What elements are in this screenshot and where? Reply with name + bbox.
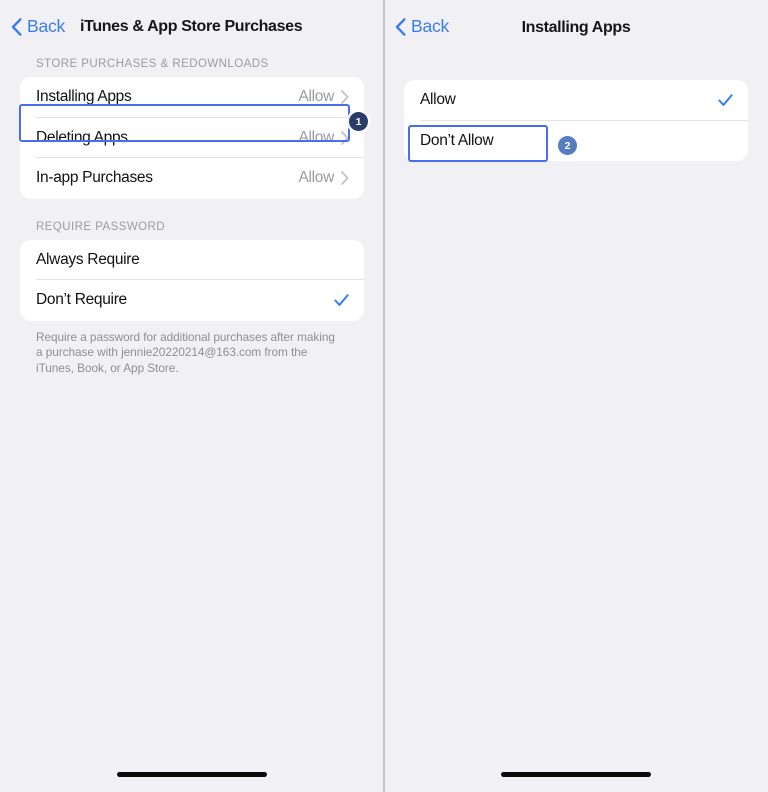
back-button-label-left: Back (27, 16, 66, 36)
top-gap (404, 58, 748, 80)
row-always-require[interactable]: Always Require (20, 239, 364, 280)
checkmark-icon (334, 293, 349, 308)
row-value-installing-apps: Allow (298, 88, 334, 106)
right-screen: Back Installing Apps Allow Don’t Allow 2 (384, 0, 768, 792)
left-screen: Back iTunes & App Store Purchases STORE … (0, 0, 384, 792)
row-label-always-require: Always Require (36, 250, 140, 268)
chevron-right-icon (341, 171, 349, 186)
screen-divider (383, 0, 385, 792)
dual-screen-container: Back iTunes & App Store Purchases STORE … (0, 0, 768, 792)
home-indicator-right (501, 772, 651, 777)
option-label-allow: Allow (420, 91, 456, 109)
section-header-require-password: REQUIRE PASSWORD (36, 220, 166, 233)
store-purchases-card: Installing Apps Allow Deleting Apps Allo… (20, 77, 364, 199)
left-navigation-bar: Back iTunes & App Store Purchases (0, 0, 384, 58)
row-installing-apps[interactable]: Installing Apps Allow (20, 77, 364, 118)
left-content: STORE PURCHASES & REDOWNLOADS Installing… (0, 58, 384, 377)
row-value-in-app-purchases: Allow (298, 169, 334, 187)
left-page-title: iTunes & App Store Purchases (80, 18, 303, 35)
right-page-title: Installing Apps (521, 19, 631, 36)
back-button-left[interactable]: Back (11, 16, 65, 37)
require-password-card: Always Require Don’t Require (20, 239, 364, 321)
chevron-right-icon (341, 130, 349, 145)
section-store-purchases: STORE PURCHASES & REDOWNLOADS Installing… (20, 58, 364, 199)
row-label-deleting-apps: Deleting Apps (36, 128, 128, 146)
step-badge-1: 1 (349, 112, 368, 131)
option-row-allow[interactable]: Allow (404, 80, 748, 121)
row-label-installing-apps: Installing Apps (36, 88, 132, 106)
require-password-footer-note: Require a password for additional purcha… (36, 329, 335, 375)
row-label-dont-require: Don’t Require (36, 291, 127, 309)
row-in-app-purchases[interactable]: In-app Purchases Allow (20, 158, 364, 199)
row-label-in-app-purchases: In-app Purchases (36, 169, 153, 187)
home-indicator-left (117, 772, 267, 777)
checkmark-icon (718, 93, 733, 108)
section-require-password: REQUIRE PASSWORD Always Require Don’t Re… (20, 221, 364, 377)
chevron-right-icon (341, 90, 349, 105)
section-header-store-purchases: STORE PURCHASES & REDOWNLOADS (36, 58, 269, 70)
chevron-left-icon (11, 17, 22, 36)
step-badge-2: 2 (558, 136, 577, 155)
row-value-deleting-apps: Allow (298, 128, 334, 146)
right-navigation-bar: Back Installing Apps (384, 0, 768, 58)
row-deleting-apps[interactable]: Deleting Apps Allow (20, 117, 364, 158)
row-dont-require[interactable]: Don’t Require (20, 280, 364, 321)
